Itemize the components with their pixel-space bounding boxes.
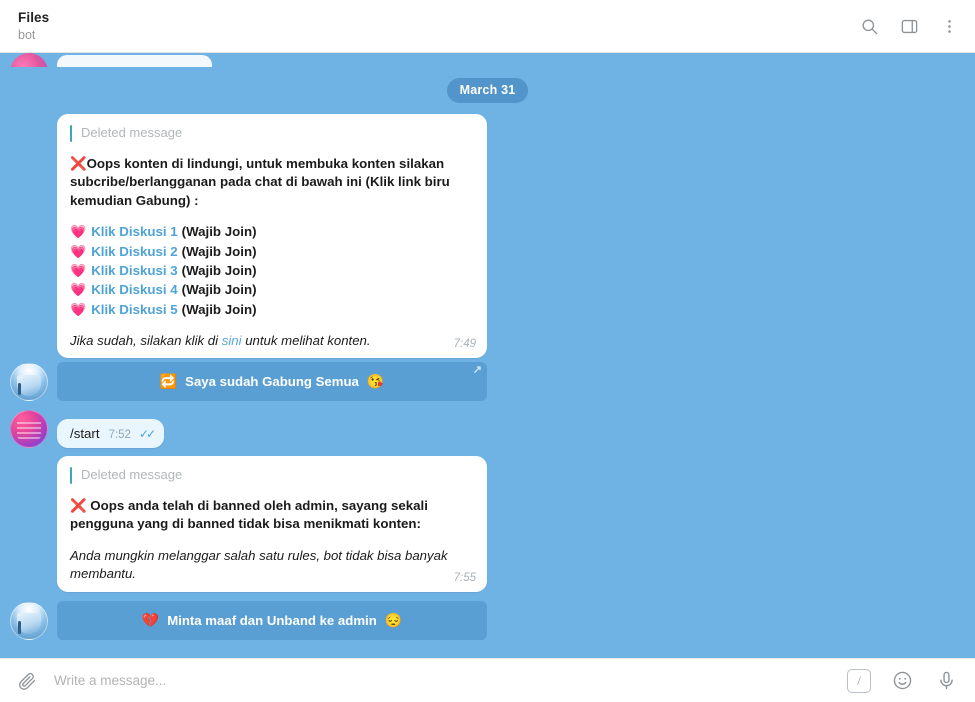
chat-header: Files bot: [0, 0, 975, 53]
avatar[interactable]: [10, 363, 48, 402]
inline-keyboard-row-2: 💔 Minta maaf dan Unband ke admin 😔: [0, 597, 975, 640]
previous-message-cutoff: [0, 53, 975, 67]
button-minta-maaf-dan-unband[interactable]: 💔 Minta maaf dan Unband ke admin 😔: [57, 600, 487, 640]
header-actions: [857, 14, 961, 38]
link-suffix: (Wajib Join): [181, 282, 257, 298]
reply-label: Deleted message: [81, 467, 183, 483]
cross-mark-icon: ❌: [70, 498, 87, 514]
broken-heart-icon: 💔: [141, 611, 160, 628]
chat-header-titles[interactable]: Files bot: [18, 10, 49, 42]
reply-preview-deleted[interactable]: Deleted message: [70, 465, 476, 486]
message-timestamp: 7:49: [453, 338, 476, 351]
chat-subtitle: bot: [18, 27, 36, 42]
link-list: 💗 Klik Diskusi 1 (Wajib Join) 💗 Klik Diskus…: [70, 223, 476, 320]
chat-title: Files: [18, 10, 50, 26]
link-suffix: (Wajib Join): [181, 224, 257, 240]
link-klik-diskusi-4[interactable]: Klik Diskusi 4: [91, 282, 177, 297]
read-receipt-icon: ✓✓: [138, 427, 156, 442]
list-item: 💗 Klik Diskusi 3 (Wajib Join): [70, 262, 476, 281]
link-klik-diskusi-5[interactable]: Klik Diskusi 5: [91, 302, 177, 317]
reply-accent-bar: [70, 125, 72, 142]
heart-icon: 💗: [70, 243, 87, 259]
message-body-text: Oops konten di lindungi, untuk membuka k…: [70, 155, 450, 208]
message-bubble-partial[interactable]: [57, 55, 212, 67]
composer-actions: /: [847, 668, 959, 694]
telegram-chat-window: Files bot March 31 Deleted message ❌Oops…: [0, 0, 975, 702]
italic-note-text: Anda mungkin melanggar salah satu rules,…: [70, 547, 448, 582]
date-pill-label: March 31: [446, 78, 529, 103]
heart-icon: 💗: [70, 263, 87, 279]
more-vertical-icon[interactable]: [937, 14, 961, 38]
heart-icon: 💗: [70, 282, 87, 298]
button-saya-sudah-gabung-semua[interactable]: 🔁 Saya sudah Gabung Semua 😘 ↗: [57, 362, 487, 402]
avatar[interactable]: [10, 410, 48, 449]
list-item: 💗 Klik Diskusi 1 (Wajib Join): [70, 223, 476, 242]
list-item: 💗 Klik Diskusi 4 (Wajib Join): [70, 281, 476, 300]
cross-mark-icon: ❌: [70, 155, 87, 171]
paperclip-icon[interactable]: [14, 668, 40, 694]
link-klik-diskusi-2[interactable]: Klik Diskusi 2: [91, 244, 177, 259]
message-column: Deleted message ❌Oops konten di lindungi…: [57, 114, 487, 359]
link-suffix: (Wajib Join): [181, 301, 257, 317]
outgoing-timestamp: 7:52: [108, 429, 131, 442]
message-bubble[interactable]: Deleted message ❌Oops konten di lindungi…: [57, 114, 487, 359]
message-body-text: Oops anda telah di banned oleh admin, sa…: [70, 498, 428, 532]
message-body-bold: ❌Oops konten di lindungi, untuk membuka …: [70, 155, 476, 210]
link-suffix: (Wajib Join): [181, 243, 257, 259]
message-row-banned: Deleted message ❌ Oops anda telah di ban…: [0, 456, 975, 592]
button-label: Minta maaf dan Unband ke admin: [167, 612, 377, 628]
reply-preview-deleted[interactable]: Deleted message: [70, 123, 476, 144]
microphone-icon[interactable]: [933, 668, 959, 694]
message-input[interactable]: [50, 673, 837, 688]
link-sini[interactable]: sini: [222, 333, 242, 348]
message-body-bold: ❌ Oops anda telah di banned oleh admin, …: [70, 497, 476, 534]
outgoing-message-text: /start: [70, 426, 100, 442]
link-suffix: (Wajib Join): [181, 263, 257, 279]
messages-list: March 31 Deleted message ❌Oops konten di…: [0, 53, 975, 646]
message-composer: /: [0, 658, 975, 702]
external-link-icon: ↗: [472, 364, 482, 377]
relieved-face-icon: 😔: [384, 611, 403, 628]
inline-keyboard-row-1: 🔁 Saya sudah Gabung Semua 😘 ↗: [0, 358, 975, 402]
button-label: Saya sudah Gabung Semua: [185, 374, 359, 390]
avatar-placeholder: [10, 320, 48, 358]
messages-scroll-area[interactable]: March 31 Deleted message ❌Oops konten di…: [0, 53, 975, 658]
avatar[interactable]: [10, 601, 48, 640]
heart-icon: 💗: [70, 301, 87, 317]
sidebar-panel-icon[interactable]: [897, 14, 921, 38]
list-item: 💗 Klik Diskusi 5 (Wajib Join): [70, 300, 476, 319]
repeat-icon: 🔁: [159, 373, 178, 390]
message-column: Deleted message ❌ Oops anda telah di ban…: [57, 456, 487, 592]
command-slash-icon[interactable]: /: [847, 668, 871, 693]
date-divider: March 31: [0, 78, 975, 103]
message-timestamp: 7:55: [453, 571, 476, 584]
message-row-protected-content: Deleted message ❌Oops konten di lindungi…: [0, 114, 975, 359]
reply-label: Deleted message: [81, 125, 183, 140]
link-klik-diskusi-1[interactable]: Klik Diskusi 1: [91, 224, 177, 239]
message-bubble-outgoing[interactable]: /start 7:52 ✓✓: [57, 419, 165, 449]
reply-accent-bar: [70, 467, 72, 485]
keyboard-column: 🔁 Saya sudah Gabung Semua 😘 ↗: [57, 358, 487, 402]
footer-text-before: Jika sudah, silakan klik di: [70, 332, 222, 348]
heart-icon: 💗: [70, 224, 87, 240]
keyboard-column: 💔 Minta maaf dan Unband ke admin 😔: [57, 597, 487, 640]
message-italic-note: Anda mungkin melanggar salah satu rules,…: [70, 547, 476, 584]
message-bubble[interactable]: Deleted message ❌ Oops anda telah di ban…: [57, 456, 487, 592]
search-icon[interactable]: [857, 14, 881, 38]
link-klik-diskusi-3[interactable]: Klik Diskusi 3: [91, 263, 177, 278]
kissing-face-icon: 😘: [366, 373, 385, 390]
message-row-outgoing-start: /start 7:52 ✓✓: [0, 410, 975, 449]
message-footer-italic: Jika sudah, silakan klik di sini untuk m…: [70, 332, 476, 350]
avatar[interactable]: [10, 53, 48, 67]
avatar-placeholder: [10, 554, 48, 592]
footer-text-after: untuk melihat konten.: [241, 332, 371, 348]
smiley-icon[interactable]: [889, 668, 915, 694]
list-item: 💗 Klik Diskusi 2 (Wajib Join): [70, 242, 476, 261]
